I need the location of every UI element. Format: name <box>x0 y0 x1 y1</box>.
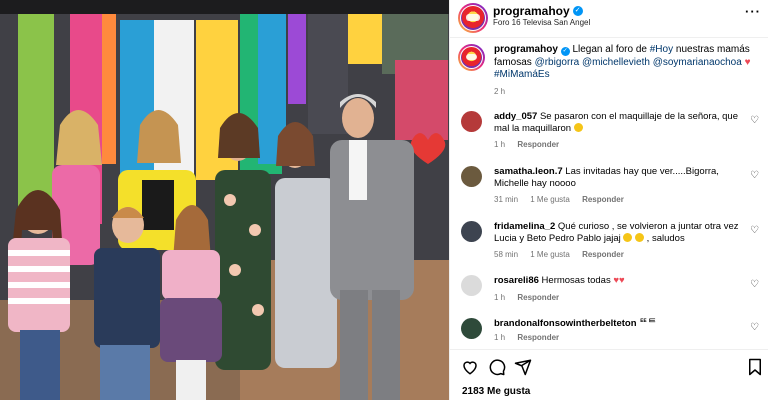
share-icon[interactable] <box>514 358 532 376</box>
reply-button[interactable]: Responder <box>517 333 559 342</box>
verified-icon: ✓ <box>572 6 583 16</box>
author-username[interactable]: programahoy <box>493 4 570 18</box>
comment-meta: 1 h Responder <box>494 140 569 149</box>
mention-rbigorra[interactable]: @rbigorra <box>535 57 580 68</box>
author-avatar[interactable] <box>458 3 488 33</box>
post-side-panel: programahoy ✓ Foro 16 Televisa San Angel… <box>449 0 768 400</box>
comment-content: ᄐᄐᄐ <box>639 318 657 329</box>
comment-text: addy_057 Se pasaron con el maquillaje de… <box>494 111 744 135</box>
reply-button[interactable]: Responder <box>582 250 624 259</box>
reply-button[interactable]: Responder <box>517 293 559 302</box>
mention-michellevieth[interactable]: @michellevieth <box>582 57 650 68</box>
heart-icon[interactable]: ♡ <box>750 225 759 236</box>
comment-meta: 31 min 1 Me gusta Responder <box>494 195 634 204</box>
programa-hoy-logo <box>461 6 485 30</box>
red-heart-emoji: ♥♥ <box>613 275 625 286</box>
caption-text: programahoy ✓ Llegan al foro de #Hoy nue… <box>494 44 762 82</box>
commenter-avatar[interactable] <box>461 166 482 187</box>
hashtag-hoy[interactable]: #Hoy <box>650 44 673 55</box>
commenter-username[interactable]: rosareli86 <box>494 275 539 286</box>
author-username-row: programahoy ✓ <box>493 4 583 18</box>
commenter-username[interactable]: fridamelina_2 <box>494 221 555 232</box>
comment-meta: 1 h Responder <box>494 293 569 302</box>
laughing-emoji <box>635 233 645 242</box>
comment-time[interactable]: 1 h <box>494 293 505 302</box>
programa-hoy-logo <box>461 47 482 68</box>
commenter-username[interactable]: addy_057 <box>494 111 537 122</box>
post-header: programahoy ✓ Foro 16 Televisa San Angel… <box>450 0 768 38</box>
reply-button[interactable]: Responder <box>517 140 559 149</box>
hashtag-mimamaes[interactable]: #MiMamáEs <box>494 69 550 80</box>
caption-lead: Llegan al foro de <box>569 44 650 55</box>
post-photo-illustration <box>0 0 449 400</box>
commenter-username[interactable]: samatha.leon.7 <box>494 166 563 177</box>
heart-icon[interactable]: ♡ <box>750 279 759 290</box>
comment-icon[interactable] <box>488 358 506 376</box>
heart-icon[interactable] <box>461 358 479 376</box>
comment-time[interactable]: 1 h <box>494 333 505 342</box>
laughing-emoji <box>573 123 583 132</box>
caption-username[interactable]: programahoy <box>494 44 558 55</box>
post-actions: 2183 Me gusta <box>450 349 768 400</box>
comment-text: samatha.leon.7 Las invitadas hay que ver… <box>494 166 744 190</box>
heart-icon[interactable]: ♡ <box>750 322 759 333</box>
caption-time[interactable]: 2 h <box>494 87 505 96</box>
heart-icon[interactable]: ♡ <box>750 115 759 126</box>
commenter-avatar[interactable] <box>461 275 482 296</box>
comment-likes[interactable]: 1 Me gusta <box>530 195 570 204</box>
comment-text: fridamelina_2 Qué curioso , se volvieron… <box>494 221 744 245</box>
red-heart-emoji: ♥ <box>744 56 751 68</box>
comment-meta: 58 min 1 Me gusta Responder <box>494 250 634 259</box>
comment-time[interactable]: 58 min <box>494 250 518 259</box>
likes-count[interactable]: 2183 Me gusta <box>462 386 530 397</box>
comment-meta: 1 h Responder <box>494 333 569 342</box>
comment-time[interactable]: 31 min <box>494 195 518 204</box>
reply-button[interactable]: Responder <box>582 195 624 204</box>
more-icon[interactable]: ··· <box>745 4 761 19</box>
laughing-emoji <box>623 233 633 242</box>
post-location[interactable]: Foro 16 Televisa San Angel <box>493 18 590 27</box>
commenter-avatar[interactable] <box>461 221 482 242</box>
commenter-avatar[interactable] <box>461 111 482 132</box>
comment-time[interactable]: 1 h <box>494 140 505 149</box>
commenter-avatar[interactable] <box>461 318 482 339</box>
comment-likes[interactable]: 1 Me gusta <box>530 250 570 259</box>
verified-icon: ✓ <box>560 47 570 56</box>
mention-soymarianaochoa[interactable]: @soymarianaochoa <box>653 57 742 68</box>
post-image[interactable] <box>0 0 449 400</box>
commenter-username[interactable]: brandonalfonsowintherbelteton <box>494 318 637 329</box>
comment-content: Hermosas todas <box>541 275 611 286</box>
heart-icon[interactable]: ♡ <box>750 170 759 181</box>
bookmark-icon[interactable] <box>746 358 764 376</box>
caption-avatar[interactable] <box>458 44 485 71</box>
comment-text: rosareli86 Hermosas todas ♥♥ <box>494 275 744 287</box>
comment-content-end: , saludos <box>646 233 685 244</box>
comment-text: brandonalfonsowintherbelteton ᄐᄐᄐ <box>494 318 744 330</box>
